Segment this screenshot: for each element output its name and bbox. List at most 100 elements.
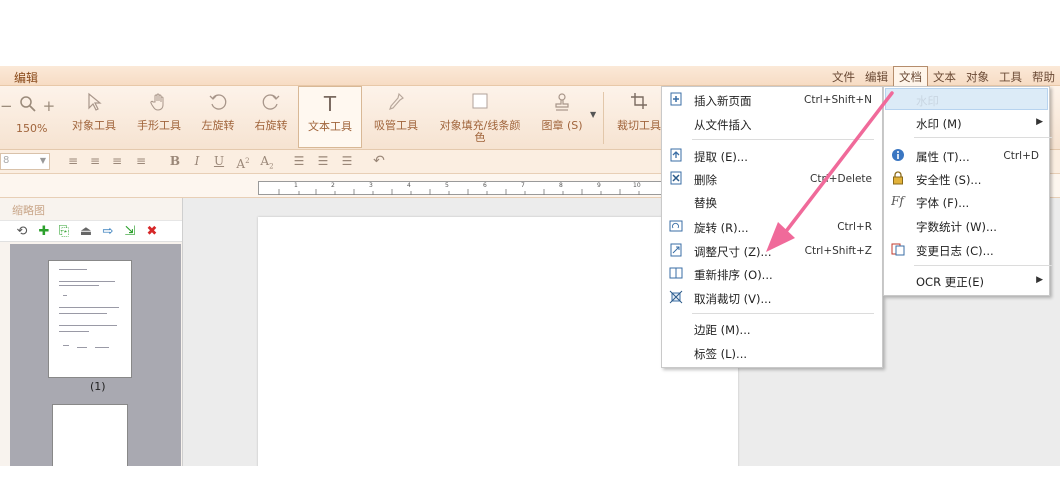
page-number-label: (1) — [90, 380, 106, 393]
align-right-icon[interactable]: ≡ — [110, 154, 124, 168]
insert-page-icon[interactable]: ⎘ — [56, 224, 72, 240]
move-page-icon[interactable]: ⇲ — [122, 224, 138, 240]
underline-icon[interactable]: U — [212, 154, 226, 168]
menu-separator — [914, 137, 1052, 138]
menu-file[interactable]: 文件 — [827, 66, 860, 86]
ribbon-divider — [603, 92, 604, 144]
menu-insert-new-page[interactable]: 插入新页面 Ctrl+Shift+N — [662, 89, 882, 111]
changelog-icon — [890, 242, 905, 257]
extract-page-icon[interactable]: ⏏ — [78, 224, 94, 240]
delete-page-icon[interactable]: ✖ — [144, 224, 160, 240]
horizontal-ruler: 1 2 3 4 5 6 7 8 9 10 — [258, 181, 663, 195]
resize-page-icon — [668, 243, 683, 258]
active-ribbon-tab[interactable]: 编辑 — [14, 69, 38, 86]
zoom-icon[interactable] — [19, 95, 37, 117]
page-thumbnail[interactable] — [52, 404, 128, 466]
outdent-icon[interactable]: ☰ — [340, 154, 354, 168]
document-menu: 插入新页面 Ctrl+Shift+N 从文件插入 提取 (E)... 删除 Ct… — [661, 86, 883, 368]
lock-icon — [890, 171, 905, 186]
tool-fill-color[interactable]: 对象填充/线条颜色 — [432, 86, 528, 148]
text-tool-icon: T — [323, 92, 337, 116]
pointer-icon — [83, 92, 105, 114]
list-icon[interactable]: ☰ — [292, 154, 306, 168]
menu-text[interactable]: 文本 — [928, 66, 961, 86]
tool-crop[interactable]: 裁切工具 — [612, 86, 666, 148]
reorder-icon — [668, 266, 683, 281]
thumbnail-pane: 缩略图 ⟲ ✚ ⎘ ⏏ ⇨ ⇲ ✖ (1) — [0, 198, 183, 466]
menu-ocr-correction[interactable]: OCR 更正(E) ▶ — [884, 270, 1049, 292]
menu-labels[interactable]: 标签 (L)... — [662, 342, 882, 364]
menu-replace[interactable]: 替换 — [662, 191, 882, 213]
add-page-icon[interactable]: ✚ — [36, 224, 52, 240]
tool-rotate-left[interactable]: 左旋转 — [198, 86, 238, 148]
thumbnail-list: (1) — [10, 244, 181, 466]
rotate-left-icon — [207, 92, 229, 114]
menu-watermark[interactable]: 水印 (M) ▶ — [884, 112, 1049, 134]
align-center-icon[interactable]: ≡ — [88, 154, 102, 168]
menu-separator — [692, 139, 874, 140]
fill-icon — [469, 92, 491, 114]
rotate-thumb-icon[interactable]: ⟲ — [14, 224, 30, 240]
tool-rotate-right[interactable]: 右旋转 — [251, 86, 291, 148]
tool-text[interactable]: T 文本工具 — [298, 86, 362, 148]
tool-object[interactable]: 对象工具 — [68, 86, 120, 148]
bold-icon[interactable]: B — [168, 154, 182, 168]
insert-page-icon — [668, 92, 683, 107]
menu-security[interactable]: 安全性 (S)... — [884, 168, 1049, 190]
menu-resize[interactable]: 调整尺寸 (Z)... Ctrl+Shift+Z — [662, 240, 882, 262]
menu-separator — [692, 313, 874, 314]
thumbnail-toolbar: ⟲ ✚ ⎘ ⏏ ⇨ ⇲ ✖ — [0, 220, 182, 242]
document-submenu: 水印 水印 (M) ▶ 属性 (T)... Ctrl+D 安全性 (S)... … — [883, 86, 1052, 296]
menu-properties[interactable]: 属性 (T)... Ctrl+D — [884, 145, 1049, 167]
tool-eyedropper[interactable]: 吸管工具 — [370, 86, 422, 148]
eyedropper-icon — [385, 92, 407, 114]
delete-page-icon — [668, 171, 683, 186]
tool-hand[interactable]: 手形工具 — [132, 86, 186, 148]
stamp-dropdown-icon[interactable]: ▼ — [590, 110, 596, 119]
menu-object[interactable]: 对象 — [961, 66, 994, 86]
superscript-icon[interactable]: A2 — [236, 154, 250, 171]
menu-help[interactable]: 帮助 — [1027, 66, 1060, 86]
tool-stamp[interactable]: 图章 (S) — [538, 86, 586, 148]
crop-icon — [628, 92, 650, 114]
title-bar: 编辑 文件 编辑 文档 文本 对象 工具 帮助 — [0, 66, 1060, 86]
pane-title: 缩略图 — [12, 204, 45, 217]
uncrop-icon — [668, 290, 683, 305]
menu-fonts[interactable]: Ff 字体 (F)... — [884, 191, 1049, 213]
export-page-icon[interactable]: ⇨ — [100, 224, 116, 240]
menu-word-count[interactable]: 字数统计 (W)... — [884, 215, 1049, 237]
menu-tools[interactable]: 工具 — [994, 66, 1027, 86]
menu-changelog[interactable]: 变更日志 (C)... — [884, 239, 1049, 261]
menu-edit[interactable]: 编辑 — [860, 66, 893, 86]
align-left-icon[interactable]: ≡ — [66, 154, 80, 168]
menu-bar: 文件 编辑 文档 文本 对象 工具 帮助 — [827, 66, 1060, 86]
italic-icon[interactable]: I — [190, 154, 204, 168]
font-icon: Ff — [891, 194, 904, 208]
chevron-down-icon: ▼ — [39, 156, 46, 165]
stamp-icon — [551, 92, 573, 114]
zoom-controls: − + — [0, 95, 55, 117]
menu-extract[interactable]: 提取 (E)... — [662, 145, 882, 167]
menu-insert-from-file[interactable]: 从文件插入 — [662, 113, 882, 135]
zoom-in-icon[interactable]: + — [43, 97, 56, 115]
submenu-highlighted-item[interactable]: 水印 — [885, 88, 1048, 110]
align-justify-icon[interactable]: ≡ — [134, 154, 148, 168]
indent-icon[interactable]: ☰ — [316, 154, 330, 168]
menu-document[interactable]: 文档 — [893, 66, 928, 86]
menu-rotate[interactable]: 旋转 (R)... Ctrl+R — [662, 216, 882, 238]
submenu-arrow-icon: ▶ — [1036, 275, 1043, 285]
zoom-out-icon[interactable]: − — [0, 97, 13, 115]
font-size-select[interactable]: 8 ▼ — [0, 153, 50, 170]
menu-separator — [914, 265, 1052, 266]
zoom-value[interactable]: 150% — [16, 122, 47, 135]
menu-margins[interactable]: 边距 (M)... — [662, 318, 882, 340]
menu-uncrop[interactable]: 取消裁切 (V)... — [662, 287, 882, 309]
undo-icon[interactable]: ↶ — [372, 154, 386, 168]
info-icon — [890, 148, 905, 163]
menu-delete[interactable]: 删除 Ctrl+Delete — [662, 168, 882, 190]
menu-reorder[interactable]: 重新排序 (O)... — [662, 263, 882, 285]
rotate-page-icon — [668, 219, 683, 234]
subscript-icon[interactable]: A2 — [260, 154, 274, 170]
submenu-arrow-icon: ▶ — [1036, 117, 1043, 127]
page-thumbnail[interactable] — [48, 260, 132, 378]
